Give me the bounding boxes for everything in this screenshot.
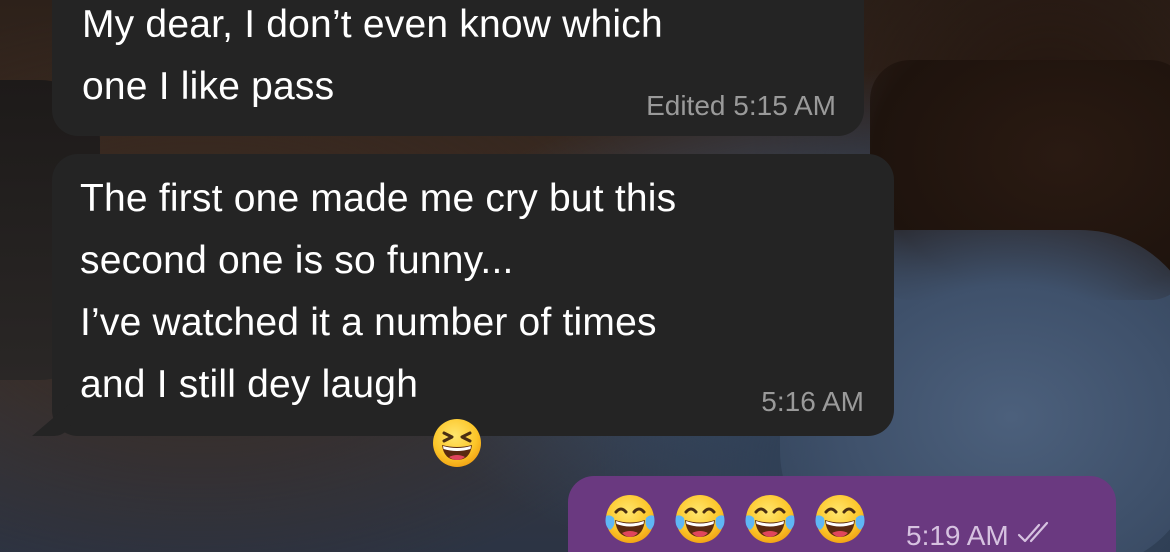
message-meta: 5:19 AM	[906, 520, 1057, 552]
incoming-message-bubble[interactable]: The first one made me cry but this secon…	[32, 154, 894, 467]
face-with-tears-of-joy-icon	[602, 492, 658, 548]
message-meta: Edited 5:15 AM	[646, 90, 836, 122]
face-with-tears-of-joy-icon	[812, 492, 868, 548]
face-with-tears-of-joy-icon	[742, 492, 798, 548]
emoji-row	[602, 492, 868, 548]
message-text-content: The first one made me cry but this secon…	[80, 177, 677, 406]
message-time: 5:19 AM	[906, 520, 1009, 551]
grinning-squinting-face-icon	[432, 356, 482, 467]
outgoing-message-bubble[interactable]: 5:19 AM	[568, 476, 1116, 552]
bubble-tail	[32, 402, 72, 436]
read-double-check-icon	[1017, 520, 1057, 552]
message-text: The first one made me cry but this secon…	[80, 168, 880, 467]
message-time: 5:16 AM	[761, 386, 864, 417]
edited-label: Edited	[646, 90, 726, 121]
face-with-tears-of-joy-icon	[672, 492, 728, 548]
message-time: 5:15 AM	[733, 90, 836, 121]
incoming-message-bubble[interactable]: My dear, I don’t even know which one I l…	[52, 0, 864, 136]
